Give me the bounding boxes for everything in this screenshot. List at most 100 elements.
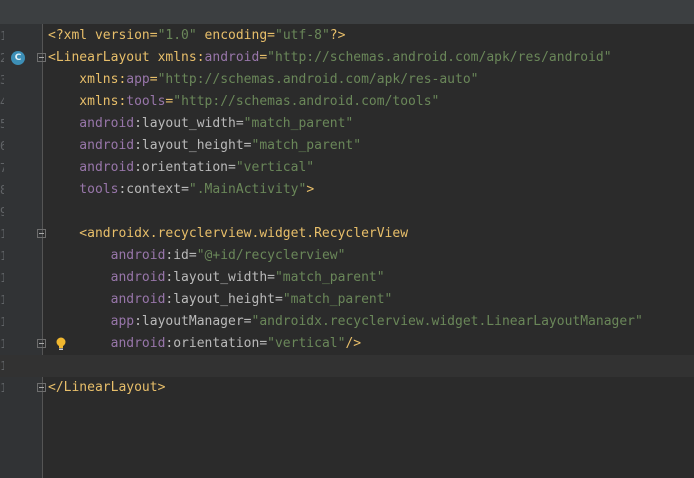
- code-token: xmlns:: [157, 50, 205, 65]
- code-text: </LinearLayout>: [48, 377, 165, 399]
- code-token: :layout_height=: [134, 138, 252, 153]
- code-token: :context=: [118, 182, 189, 197]
- line-number: 15: [0, 337, 4, 351]
- code-text: xmlns:tools="http://schemas.android.com/…: [48, 91, 439, 113]
- code-token: :orientation=: [165, 336, 268, 351]
- line-number: 12: [0, 271, 4, 285]
- code-token: app: [126, 72, 150, 87]
- code-token: android: [48, 292, 166, 307]
- line-number: 11: [0, 249, 4, 263]
- code-text: xmlns:app="http://schemas.android.com/ap…: [48, 69, 479, 91]
- code-token: "androidx.recyclerview.widget.LinearLayo…: [251, 314, 643, 329]
- code-line[interactable]: 13 android:layout_height="match_parent": [0, 289, 694, 311]
- code-text: android:orientation="vertical"/>: [48, 333, 361, 355]
- code-token: android: [48, 336, 166, 351]
- code-text: android:orientation="vertical": [48, 157, 314, 179]
- line-number: 13: [0, 293, 4, 307]
- code-token: app: [48, 314, 135, 329]
- code-token: android: [48, 160, 135, 175]
- code-token: encoding=: [196, 28, 275, 43]
- code-token: xmlns:: [48, 94, 127, 109]
- code-line[interactable]: 7 android:orientation="vertical": [0, 157, 694, 179]
- code-token: :layout_height=: [165, 292, 283, 307]
- class-marker-icon[interactable]: C: [11, 51, 25, 65]
- code-token: "match_parent": [251, 138, 362, 153]
- code-text: android:layout_width="match_parent": [48, 267, 385, 289]
- line-number: 9: [0, 205, 4, 219]
- line-number: 17: [0, 381, 4, 395]
- code-line[interactable]: 2 C <LinearLayout xmlns:android="http://sc…: [0, 47, 694, 69]
- code-line[interactable]: 12 android:layout_width="match_parent": [0, 267, 694, 289]
- fold-toggle-icon[interactable]: [37, 383, 46, 392]
- code-line[interactable]: 1 <?xml version="1.0" encoding="utf-8"?>: [0, 25, 694, 47]
- code-text: android:layout_height="match_parent": [48, 135, 361, 157]
- code-line[interactable]: 6 android:layout_height="match_parent": [0, 135, 694, 157]
- code-token: "match_parent": [282, 292, 393, 307]
- code-token: "http://schemas.android.com/apk/res-auto…: [157, 72, 479, 87]
- code-token: <LinearLayout: [48, 50, 158, 65]
- code-token: android: [48, 248, 166, 263]
- code-token: "match_parent": [243, 116, 354, 131]
- code-token: "http://schemas.android.com/apk/res/andr…: [267, 50, 612, 65]
- code-token: android: [48, 116, 135, 131]
- code-line[interactable]: 10 <androidx.recyclerview.widget.Recycle…: [0, 223, 694, 245]
- line-number: 2: [0, 51, 4, 65]
- code-token: =: [259, 50, 268, 65]
- line-number: 3: [0, 73, 4, 87]
- code-text: android:id="@+id/recyclerview": [48, 245, 346, 267]
- line-number: 1: [0, 29, 4, 43]
- line-number: 7: [0, 161, 4, 175]
- code-text: app:layoutManager="androidx.recyclerview…: [48, 311, 643, 333]
- code-line[interactable]: 14 app:layoutManager="androidx.recyclerv…: [0, 311, 694, 333]
- fold-toggle-icon[interactable]: [37, 229, 46, 238]
- code-token: <androidx.recyclerview.widget.RecyclerVi…: [48, 226, 409, 241]
- code-token: :layoutManager=: [134, 314, 252, 329]
- editor-tab-bar: [0, 0, 694, 24]
- line-number: 5: [0, 117, 4, 131]
- code-token: :orientation=: [134, 160, 236, 175]
- fold-toggle-icon[interactable]: [37, 53, 46, 62]
- code-token: "vertical": [235, 160, 315, 175]
- code-line[interactable]: 4 xmlns:tools="http://schemas.android.co…: [0, 91, 694, 113]
- code-token: "match_parent": [274, 270, 385, 285]
- code-token: xmlns:: [48, 72, 127, 87]
- code-token: ".MainActivity": [188, 182, 307, 197]
- code-token: >: [306, 182, 315, 197]
- code-text: <androidx.recyclerview.widget.RecyclerVi…: [48, 223, 408, 245]
- code-token: android: [204, 50, 260, 65]
- code-token: "@+id/recyclerview": [196, 248, 346, 263]
- code-line[interactable]: 8 tools:context=".MainActivity">: [0, 179, 694, 201]
- code-line[interactable]: 17 </LinearLayout>: [0, 377, 694, 399]
- code-token: />: [345, 336, 362, 351]
- code-token: :layout_width=: [165, 270, 275, 285]
- code-token: "utf-8": [275, 28, 330, 43]
- code-text: android:layout_width="match_parent": [48, 113, 353, 135]
- code-text: tools:context=".MainActivity">: [48, 179, 314, 201]
- code-token: "1.0": [157, 28, 197, 43]
- code-line[interactable]: 9: [0, 201, 694, 223]
- code-token: =: [149, 72, 158, 87]
- line-number: 6: [0, 139, 4, 153]
- line-number: 8: [0, 183, 4, 197]
- code-token: ?>: [329, 28, 346, 43]
- fold-toggle-icon[interactable]: [37, 339, 46, 348]
- code-token: :layout_width=: [134, 116, 244, 131]
- line-number: 16: [0, 359, 4, 373]
- code-token: android: [48, 138, 135, 153]
- code-line[interactable]: 11 android:id="@+id/recyclerview": [0, 245, 694, 267]
- code-token: "vertical": [267, 336, 346, 351]
- code-token: "http://schemas.android.com/tools": [173, 94, 440, 109]
- code-line[interactable]: 5 android:layout_width="match_parent": [0, 113, 694, 135]
- line-number: 4: [0, 95, 4, 109]
- code-line[interactable]: 15 android:orientation="vertical"/>: [0, 333, 694, 355]
- code-text: <?xml version="1.0" encoding="utf-8"?>: [48, 25, 345, 47]
- code-line[interactable]: 3 xmlns:app="http://schemas.android.com/…: [0, 69, 694, 91]
- line-number: 14: [0, 315, 4, 329]
- code-token: android: [48, 270, 166, 285]
- code-text: android:layout_height="match_parent": [48, 289, 393, 311]
- code-token: tools: [126, 94, 166, 109]
- code-token: :id=: [165, 248, 197, 263]
- line-number: 10: [0, 227, 4, 241]
- code-line[interactable]: 16: [0, 355, 694, 377]
- code-token: <?xml version=: [48, 28, 158, 43]
